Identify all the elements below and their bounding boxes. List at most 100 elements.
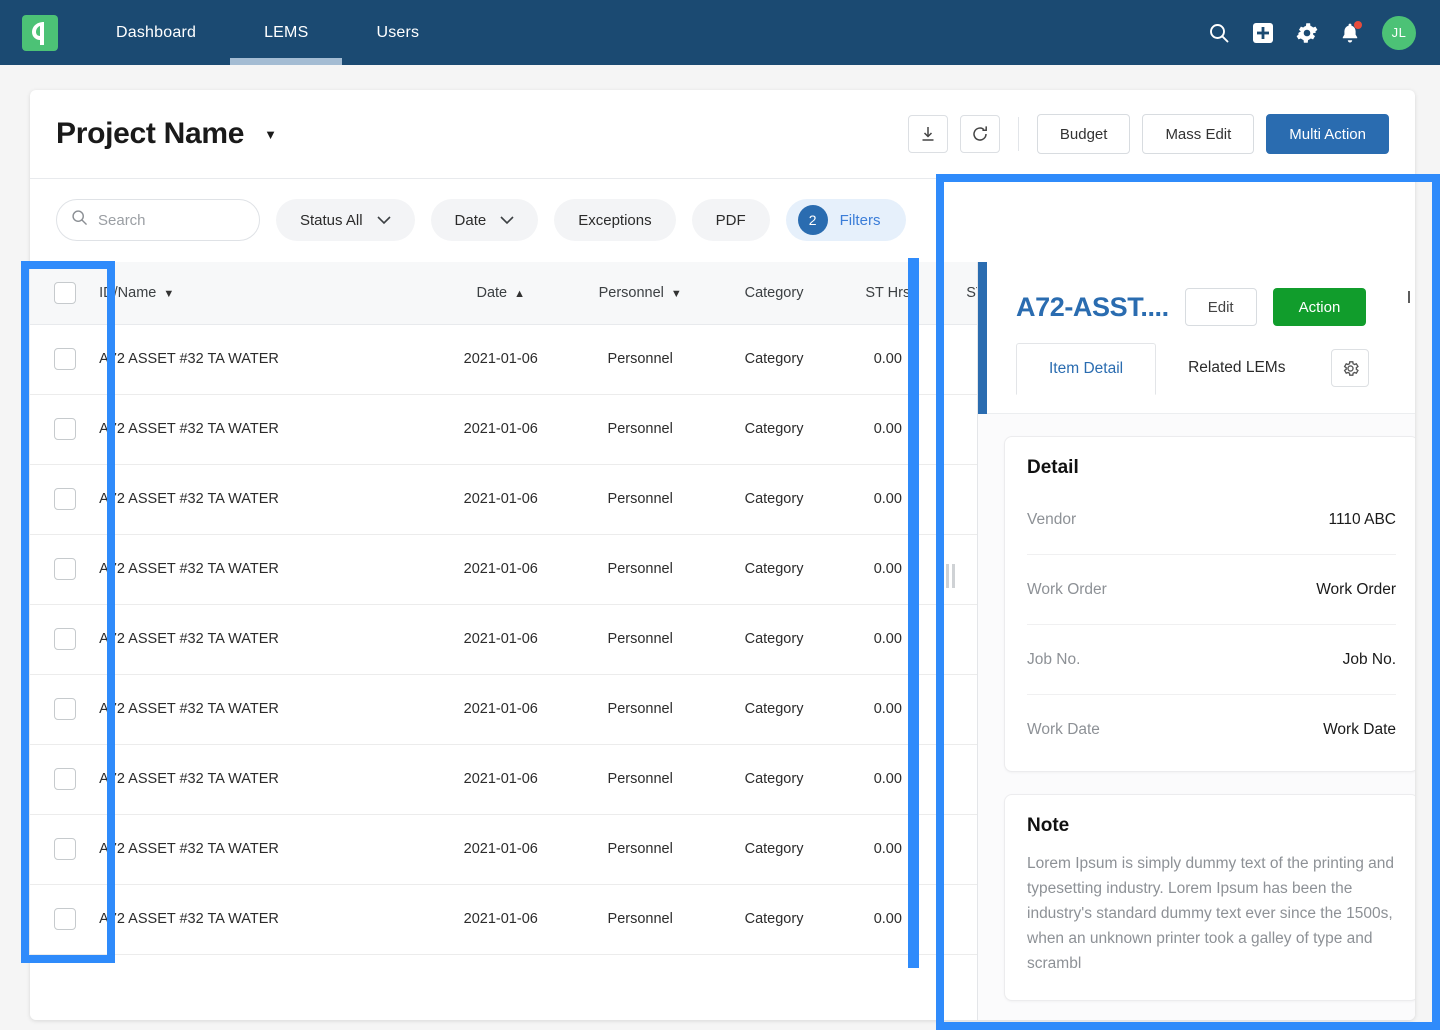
column-header-id-name[interactable]: ID/Name ▼ — [99, 262, 434, 325]
detail-row-work-order: Work Order Work Order — [1027, 555, 1396, 625]
nav-item-lems[interactable]: LEMS — [230, 0, 343, 65]
panel-resize-handle[interactable] — [944, 563, 956, 589]
select-all-checkbox[interactable] — [53, 281, 76, 304]
sort-desc-icon[interactable]: ▼ — [163, 288, 174, 300]
detail-card-heading: Detail — [1027, 457, 1079, 478]
toolbar-divider — [1017, 117, 1019, 151]
filters-chip[interactable]: 2 Filters — [785, 199, 907, 241]
cell-st-hrs: 0.00 — [835, 744, 941, 815]
row-checkbox[interactable] — [53, 908, 76, 930]
cell-date: 2021-01-06 — [433, 674, 568, 745]
column-header-personnel[interactable]: Personnel ▼ — [567, 262, 713, 325]
gear-icon[interactable] — [1331, 349, 1370, 387]
search-input[interactable] — [98, 211, 238, 229]
nav-items: Dashboard LEMS Users — [82, 0, 453, 65]
multi-action-button[interactable]: Multi Action — [1266, 114, 1389, 154]
search-icon — [71, 209, 88, 231]
row-checkbox[interactable] — [53, 628, 76, 650]
panel-header: A72-ASST.... Edit Action Item Detail Rel… — [978, 262, 1415, 414]
status-filter-dropdown[interactable]: Status All — [276, 199, 415, 241]
cell-date: 2021-01-06 — [433, 744, 568, 815]
row-checkbox[interactable] — [53, 698, 76, 720]
filters-label: Filters — [839, 211, 881, 229]
edit-button[interactable]: Edit — [1184, 288, 1257, 326]
cell-id-name: A72 ASSET #32 TA WATER — [99, 674, 434, 745]
mass-edit-button[interactable]: Mass Edit — [1142, 114, 1255, 154]
search-icon[interactable] — [1208, 22, 1230, 44]
column-header-date-label: Date — [476, 284, 508, 301]
row-checkbox[interactable] — [53, 768, 76, 790]
row-select-cell — [30, 814, 100, 885]
detail-row-job-no: Job No. Job No. — [1027, 625, 1396, 695]
collapse-right-icon[interactable] — [1407, 290, 1415, 304]
avatar[interactable]: JL — [1382, 15, 1416, 50]
row-checkbox[interactable] — [53, 418, 76, 440]
cell-date: 2021-01-06 — [433, 884, 568, 955]
cell-id-name: A72 ASSET #32 TA WATER — [99, 394, 434, 465]
detail-row-vendor: Vendor 1110 ABC — [1027, 485, 1396, 555]
detail-label-job-no: Job No. — [1027, 650, 1081, 668]
column-header-category[interactable]: Category — [712, 262, 836, 325]
cell-id-name: A72 ASSET #32 TA WATER — [99, 744, 434, 815]
row-select-cell — [30, 394, 100, 465]
column-header-id-name-label: ID/Name — [99, 284, 157, 301]
nav-item-users[interactable]: Users — [342, 0, 453, 65]
date-filter-label: Date — [454, 211, 487, 229]
panel-title: A72-ASST.... — [1016, 291, 1169, 322]
detail-value-job-no: Job No. — [1342, 650, 1396, 668]
cell-st-hrs: 0.00 — [835, 814, 941, 885]
bell-icon[interactable] — [1340, 20, 1362, 44]
refresh-icon[interactable] — [959, 115, 1000, 153]
exceptions-filter-button[interactable]: Exceptions — [554, 199, 676, 241]
cell-category: Category — [712, 534, 836, 605]
tab-item-detail-label: Item Detail — [1049, 360, 1124, 377]
cell-category: Category — [712, 394, 836, 465]
project-chevron-down-icon[interactable]: ▼ — [264, 127, 277, 142]
pdf-button[interactable]: PDF — [691, 199, 770, 241]
row-checkbox[interactable] — [53, 838, 76, 860]
row-select-cell — [30, 324, 100, 395]
nav-item-dashboard[interactable]: Dashboard — [82, 0, 230, 65]
note-card-heading: Note — [1027, 815, 1070, 836]
cell-personnel: Personnel — [567, 464, 713, 535]
action-button[interactable]: Action — [1272, 288, 1367, 326]
column-header-st-hrs-label: ST Hrs — [865, 284, 911, 301]
search-box[interactable] — [56, 199, 260, 241]
cell-date: 2021-01-06 — [433, 534, 568, 605]
cell-category: Category — [712, 744, 836, 815]
cell-date: 2021-01-06 — [433, 394, 568, 465]
row-checkbox[interactable] — [53, 348, 76, 370]
panel-title-row: A72-ASST.... Edit Action — [978, 262, 1415, 326]
download-icon[interactable] — [907, 115, 948, 153]
budget-button[interactable]: Budget — [1036, 114, 1131, 154]
column-header-st-hrs[interactable]: ST Hrs — [835, 262, 941, 325]
tab-item-detail[interactable]: Item Detail — [1016, 343, 1157, 395]
leaf-logo-icon[interactable] — [22, 14, 58, 51]
detail-value-work-date: Work Date — [1323, 721, 1396, 738]
cell-st-hrs: 0.00 — [835, 674, 941, 745]
item-detail-panel: A72-ASST.... Edit Action Item Detail Rel… — [977, 262, 1415, 1020]
row-select-cell — [30, 534, 100, 605]
cell-personnel: Personnel — [567, 814, 713, 885]
cell-date: 2021-01-06 — [433, 814, 568, 885]
detail-label-work-date: Work Date — [1027, 721, 1100, 738]
cell-st-hrs: 0.00 — [835, 324, 941, 395]
row-checkbox[interactable] — [53, 488, 76, 510]
cell-personnel: Personnel — [567, 884, 713, 955]
date-filter-dropdown[interactable]: Date — [430, 199, 539, 241]
tab-related-lems[interactable]: Related LEMs — [1156, 342, 1317, 394]
main-content-card: Project Name ▼ Budget Mass Edit Multi Ac… — [30, 90, 1415, 1020]
cell-personnel: Personnel — [567, 324, 713, 395]
row-checkbox[interactable] — [53, 558, 76, 580]
add-square-icon[interactable] — [1252, 22, 1274, 44]
cell-category: Category — [712, 884, 836, 955]
gear-icon[interactable] — [1296, 22, 1318, 44]
column-header-date[interactable]: Date ▲ — [433, 262, 568, 325]
detail-label-work-order: Work Order — [1027, 580, 1107, 598]
top-navigation-bar: Dashboard LEMS Users JL — [0, 0, 1440, 65]
sort-desc-icon[interactable]: ▼ — [671, 288, 682, 300]
cell-id-name: A72 ASSET #32 TA WATER — [99, 814, 434, 885]
detail-row-work-date: Work Date Work Date — [1027, 695, 1396, 765]
cell-id-name: A72 ASSET #32 TA WATER — [99, 464, 434, 535]
sort-asc-icon[interactable]: ▲ — [514, 288, 525, 300]
